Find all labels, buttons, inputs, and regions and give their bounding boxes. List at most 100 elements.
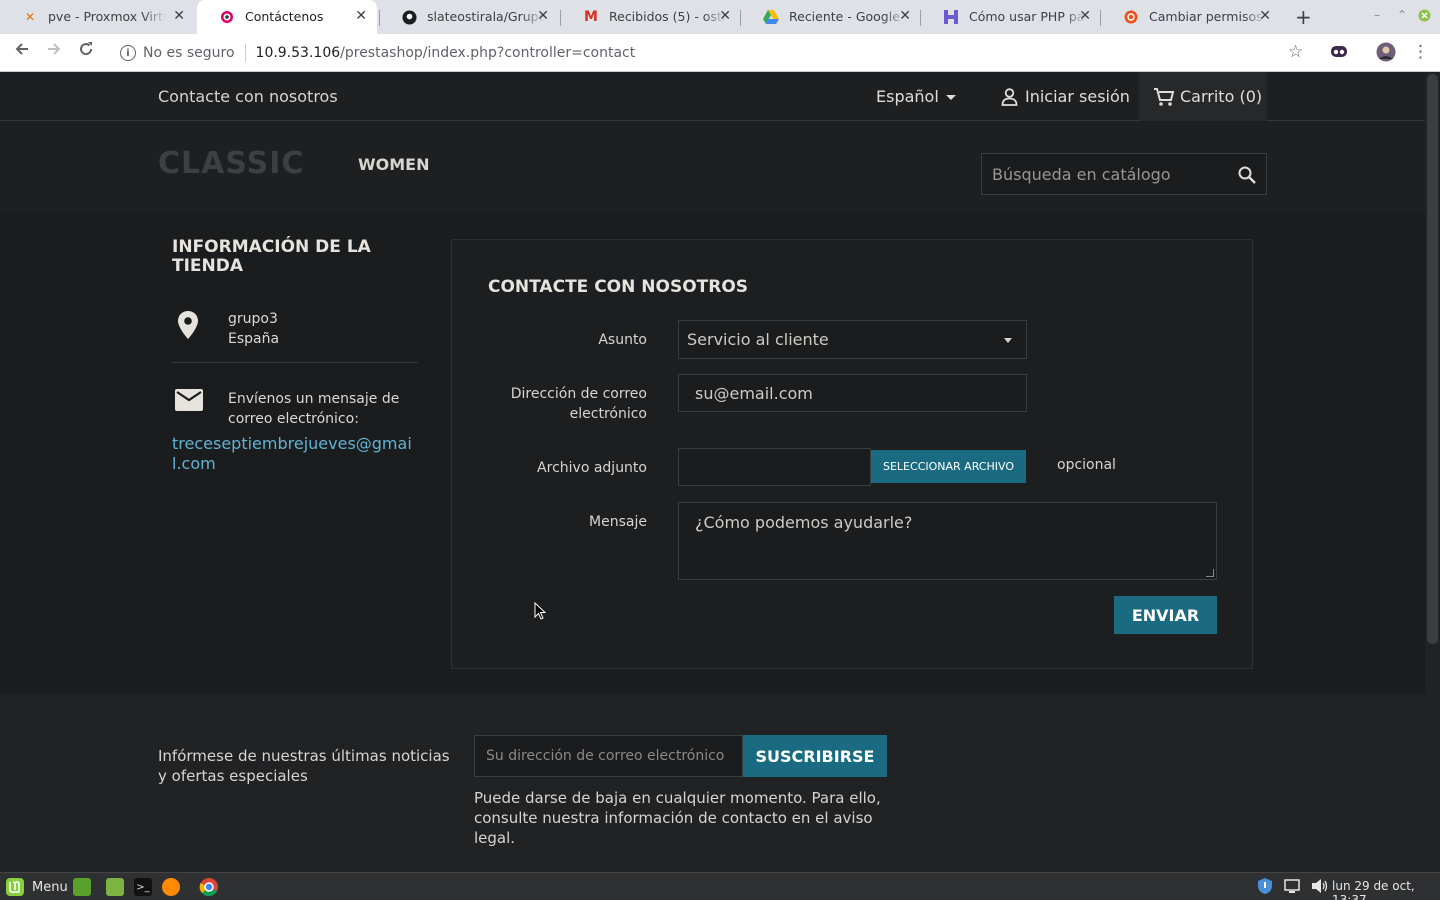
tab-contactenos[interactable]: Contáctenos ✕ xyxy=(197,0,377,34)
language-selector[interactable]: Español xyxy=(876,87,956,106)
message-label: Mensaje xyxy=(589,514,647,530)
cart-label: Carrito (0) xyxy=(1180,87,1263,106)
close-icon[interactable]: ✕ xyxy=(173,8,185,24)
browser-toolbar: i No es seguro 10.9.53.106/prestashop/in… xyxy=(0,34,1440,72)
profile-avatar-icon[interactable] xyxy=(1376,42,1396,67)
message-placeholder: ¿Cómo podemos ayudarle? xyxy=(695,513,913,532)
files-folder-icon[interactable] xyxy=(106,877,124,897)
window-close-icon[interactable] xyxy=(1418,9,1431,25)
os-taskbar: Menu >_ lun 29 de oct, 13:37 xyxy=(0,872,1440,900)
back-arrow-icon[interactable] xyxy=(10,40,34,63)
clock[interactable]: lun 29 de oct, 13:37 xyxy=(1332,879,1440,900)
tab-google-drive[interactable]: Reciente - Google Drive ✕ xyxy=(741,0,921,34)
contact-us-link[interactable]: Contacte con nosotros xyxy=(158,87,338,106)
close-icon[interactable]: ✕ xyxy=(1079,8,1091,24)
terminal-icon[interactable]: >_ xyxy=(134,877,152,897)
address-divider xyxy=(244,44,246,62)
cart-icon xyxy=(1154,87,1175,106)
newsletter-text: Infórmese de nuestras últimas noticias y… xyxy=(158,747,450,785)
cart-button[interactable]: Carrito (0) xyxy=(1139,72,1267,121)
tab-separator xyxy=(560,10,561,26)
newsletter-email-input[interactable]: Su dirección de correo electrónico xyxy=(474,735,743,777)
start-menu-button[interactable]: Menu xyxy=(5,877,68,897)
user-icon xyxy=(1001,87,1018,106)
tab-title: Reciente - Google Drive xyxy=(789,9,907,24)
show-desktop-icon[interactable] xyxy=(73,877,91,897)
search-input[interactable] xyxy=(982,154,1232,194)
close-icon[interactable]: ✕ xyxy=(537,8,549,24)
chrome-icon[interactable] xyxy=(199,877,219,897)
address-line-2: España xyxy=(228,331,280,347)
tab-github[interactable]: slateostirala/Grupo-3 ✕ xyxy=(379,0,559,34)
close-icon[interactable]: ✕ xyxy=(355,8,367,24)
tab-separator xyxy=(740,10,741,26)
caret-down-icon xyxy=(945,95,956,100)
info-icon[interactable]: i xyxy=(120,45,136,61)
security-label: No es seguro xyxy=(143,45,235,61)
menu-item-women[interactable]: WOMEN xyxy=(358,155,430,174)
shop-logo[interactable]: CLASSIC xyxy=(158,146,304,181)
google-drive-icon xyxy=(763,9,779,25)
attachment-filename-field[interactable] xyxy=(678,448,871,486)
browser-tab-strip: ✕ pve - Proxmox Virtual Environment ✕ Co… xyxy=(0,0,1440,34)
email-placeholder: su@email.com xyxy=(695,383,813,403)
store-email-link[interactable]: treceseptiembrejueves@gmail.com xyxy=(172,434,418,474)
url-host: 10.9.53.106 xyxy=(255,45,341,61)
url-path: /prestashop/index.php?controller=contact xyxy=(340,45,636,61)
signin-label: Iniciar sesión xyxy=(1025,87,1130,106)
tab-ubuntu[interactable]: Cambiar permisos para ✕ xyxy=(1101,0,1281,34)
github-icon xyxy=(401,9,417,25)
close-icon[interactable]: ✕ xyxy=(719,8,731,24)
email-field[interactable]: su@email.com xyxy=(678,374,1027,412)
shield-icon[interactable] xyxy=(1256,877,1274,898)
webpage: Contacte con nosotros Español Iniciar se… xyxy=(0,72,1425,872)
subscribe-button[interactable]: SUSCRIBIRSE xyxy=(743,735,887,777)
reload-icon[interactable] xyxy=(74,40,98,63)
top-nav-bar: Contacte con nosotros Español Iniciar se… xyxy=(0,72,1425,121)
minimize-icon[interactable]: – xyxy=(1374,8,1380,22)
tab-separator xyxy=(1100,10,1101,26)
message-textarea[interactable]: ¿Cómo podemos ayudarle? xyxy=(678,502,1217,580)
tab-title: Cómo usar PHP para xyxy=(969,9,1087,24)
send-button[interactable]: ENVIAR xyxy=(1114,596,1217,634)
volume-icon[interactable] xyxy=(1311,878,1329,897)
forward-arrow-icon[interactable] xyxy=(42,40,66,63)
tab-gmail[interactable]: M Recibidos (5) - ostirala ✕ xyxy=(561,0,741,34)
caret-down-icon xyxy=(1004,338,1012,343)
proxmox-icon: ✕ xyxy=(24,10,36,24)
contact-form: CONTACTE CON NOSOTROS Asunto Servicio al… xyxy=(451,239,1253,669)
subject-value: Servicio al cliente xyxy=(687,330,829,349)
maximize-icon[interactable]: ⌃ xyxy=(1397,8,1407,22)
address-line-1: grupo3 xyxy=(228,311,278,327)
close-icon[interactable]: ✕ xyxy=(1259,8,1271,24)
browser-menu-icon[interactable]: ⋮ xyxy=(1412,42,1429,62)
catalog-search xyxy=(981,153,1267,195)
scrollbar-thumb[interactable] xyxy=(1427,74,1438,644)
bookmark-star-icon[interactable]: ☆ xyxy=(1288,42,1303,62)
ubuntu-icon xyxy=(1123,9,1139,25)
subject-select[interactable]: Servicio al cliente xyxy=(678,320,1027,359)
mouse-cursor-icon xyxy=(534,602,546,620)
attachment-label: Archivo adjunto xyxy=(537,460,647,476)
firefox-icon[interactable] xyxy=(162,877,180,897)
extension-icon[interactable] xyxy=(1330,44,1348,65)
signin-link[interactable]: Iniciar sesión xyxy=(1001,87,1130,106)
prestashop-icon xyxy=(219,9,235,25)
gmail-icon: M xyxy=(584,9,598,25)
email-label: Dirección de correo electrónico xyxy=(510,386,647,422)
select-file-button[interactable]: SELECCIONAR ARCHIVO xyxy=(871,450,1026,483)
tab-title: pve - Proxmox Virtual Environment xyxy=(48,9,166,24)
language-label: Español xyxy=(876,87,939,106)
address-bar[interactable]: i No es seguro 10.9.53.106/prestashop/in… xyxy=(112,38,1312,68)
tab-proxmox[interactable]: ✕ pve - Proxmox Virtual Environment ✕ xyxy=(0,0,195,34)
tab-php[interactable]: Cómo usar PHP para ✕ xyxy=(921,0,1101,34)
search-icon[interactable] xyxy=(1237,165,1257,185)
newsletter-placeholder: Su dirección de correo electrónico xyxy=(486,748,725,764)
site-icon xyxy=(943,9,959,25)
network-icon[interactable] xyxy=(1284,878,1300,897)
close-icon[interactable]: ✕ xyxy=(899,8,911,24)
envelope-icon xyxy=(175,389,203,411)
newsletter-note: Puede darse de baja en cualquier momento… xyxy=(474,789,881,847)
new-tab-plus-icon[interactable]: + xyxy=(1295,5,1312,29)
resize-handle-icon[interactable] xyxy=(1206,569,1214,577)
